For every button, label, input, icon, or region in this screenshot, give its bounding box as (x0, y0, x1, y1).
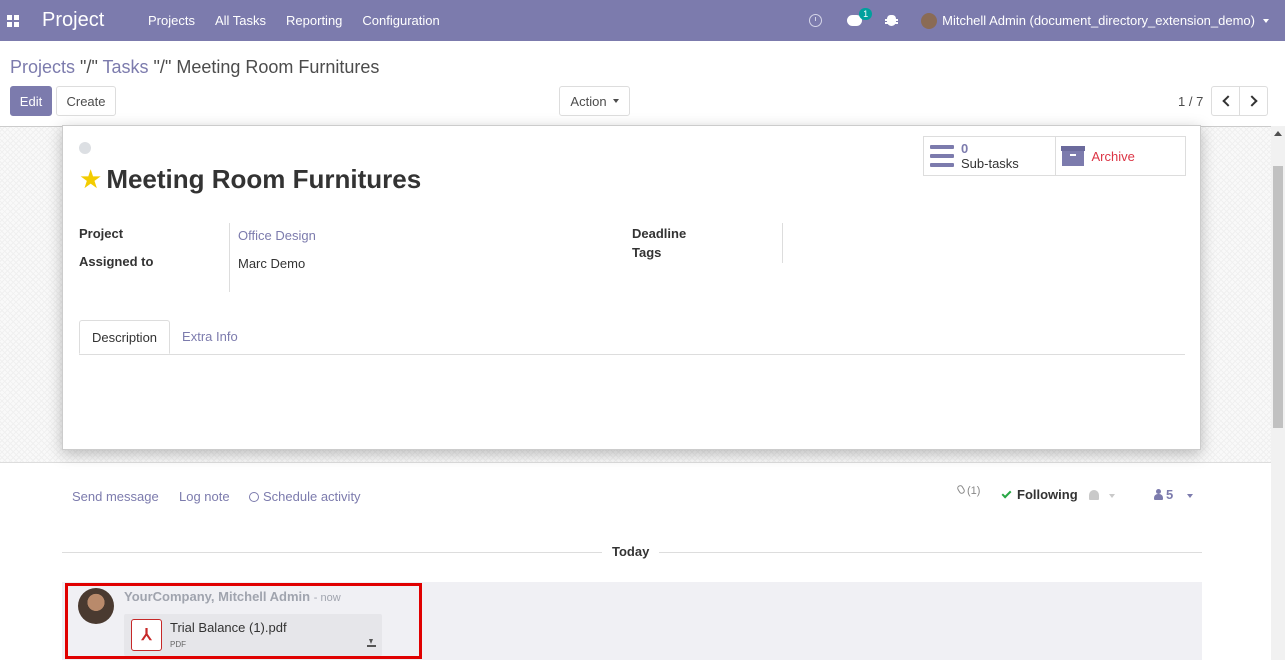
scroll-up-arrow-icon[interactable] (1274, 131, 1282, 136)
caret-down-icon (1186, 493, 1193, 498)
following-button[interactable]: Following (1001, 487, 1115, 502)
breadcrumb-current: Meeting Room Furnitures (176, 57, 380, 77)
star-priority-icon[interactable]: ★ (79, 164, 102, 195)
log-note-button[interactable]: Log note (179, 489, 230, 504)
clock-icon (249, 492, 259, 502)
kanban-state-indicator[interactable] (79, 142, 91, 154)
chevron-left-icon (1221, 95, 1234, 107)
action-dropdown[interactable]: Action (559, 86, 630, 116)
assigned-to-label: Assigned to (79, 254, 154, 269)
followers-button[interactable]: 5 (1154, 487, 1193, 502)
form-sheet: ★ Meeting Room Furnitures 0 Sub-tasks Ar… (62, 125, 1201, 450)
menu-reporting[interactable]: Reporting (286, 13, 342, 28)
activity-clock-icon[interactable] (809, 14, 823, 27)
scrollbar-thumb[interactable] (1273, 166, 1283, 428)
user-avatar (921, 12, 938, 29)
edit-button[interactable]: Edit (10, 86, 52, 116)
pager-value[interactable]: 1 / 7 (1178, 94, 1203, 109)
breadcrumb-projects[interactable]: Projects (10, 57, 75, 77)
caret-down-icon (612, 99, 619, 103)
messages-badge: 1 (859, 8, 873, 20)
create-button[interactable]: Create (56, 86, 116, 116)
following-label: Following (1017, 487, 1078, 502)
subtasks-button[interactable]: 0 Sub-tasks (924, 137, 1055, 175)
assigned-to-value[interactable]: Marc Demo (238, 256, 305, 271)
menu-configuration[interactable]: Configuration (362, 13, 439, 28)
deadline-label: Deadline (632, 226, 687, 241)
highlight-box (65, 583, 422, 659)
archive-icon (1060, 146, 1085, 166)
archive-button[interactable]: Archive (1054, 137, 1186, 175)
top-navbar: Project Projects All Tasks Reporting Con… (0, 0, 1285, 41)
action-label: Action (570, 93, 607, 109)
pager-next-button[interactable] (1239, 86, 1268, 116)
vertical-scrollbar[interactable] (1271, 126, 1285, 660)
followers-count: 5 (1166, 487, 1174, 502)
tasks-list-icon (930, 145, 954, 167)
attachments-button[interactable]: (1) (956, 484, 981, 497)
menu-all-tasks[interactable]: All Tasks (215, 13, 266, 28)
notebook-tabs: Description Extra Info (79, 320, 1185, 355)
archive-label: Archive (1091, 148, 1135, 164)
messages-icon[interactable]: 1 (847, 8, 873, 26)
project-label: Project (79, 226, 124, 241)
sheet-background: ★ Meeting Room Furnitures 0 Sub-tasks Ar… (0, 125, 1271, 463)
form-view: ★ Meeting Room Furnitures 0 Sub-tasks Ar… (0, 125, 1271, 660)
app-name: Project (42, 9, 105, 31)
breadcrumb-separator: "/" (80, 57, 98, 77)
field-divider (229, 223, 230, 292)
caret-down-icon (1263, 18, 1269, 23)
smart-buttons: 0 Sub-tasks Archive (923, 136, 1186, 176)
subtasks-count: 0 (961, 140, 969, 156)
task-title-text: Meeting Room Furnitures (106, 164, 422, 194)
tab-extra-info[interactable]: Extra Info (170, 320, 250, 353)
tab-description[interactable]: Description (79, 320, 171, 354)
subtasks-label: Sub-tasks (961, 155, 1019, 171)
task-title: ★ Meeting Room Furnitures (79, 164, 421, 195)
debug-bug-icon[interactable] (885, 15, 899, 26)
paperclip-icon (956, 484, 966, 495)
date-separator-label: Today (602, 544, 660, 559)
breadcrumb-tasks[interactable]: Tasks (103, 57, 149, 77)
schedule-activity-label: Schedule activity (263, 489, 361, 504)
send-message-button[interactable]: Send message (72, 489, 159, 504)
user-menu[interactable]: Mitchell Admin (document_directory_exten… (921, 12, 1269, 29)
pager-previous-button[interactable] (1211, 86, 1240, 116)
chevron-right-icon (1245, 95, 1258, 107)
field-divider (782, 223, 783, 263)
user-name: Mitchell Admin (document_directory_exten… (942, 13, 1255, 28)
tags-label: Tags (632, 245, 662, 260)
project-value[interactable]: Office Design (238, 228, 316, 243)
chatter-message: YourCompany, Mitchell Admin - now ⅄ Tria… (62, 582, 1202, 660)
breadcrumb-separator: "/" (153, 57, 172, 77)
attachments-count: (1) (967, 485, 981, 497)
bell-icon[interactable] (1089, 490, 1100, 500)
caret-down-icon[interactable] (1108, 493, 1115, 498)
schedule-activity-button[interactable]: Schedule activity (249, 489, 361, 504)
apps-menu-icon[interactable] (4, 12, 22, 30)
check-icon (1001, 488, 1012, 499)
followers-person-icon (1154, 489, 1163, 500)
menu-projects[interactable]: Projects (148, 13, 195, 28)
breadcrumb: Projects "/" Tasks "/" Meeting Room Furn… (10, 57, 379, 78)
